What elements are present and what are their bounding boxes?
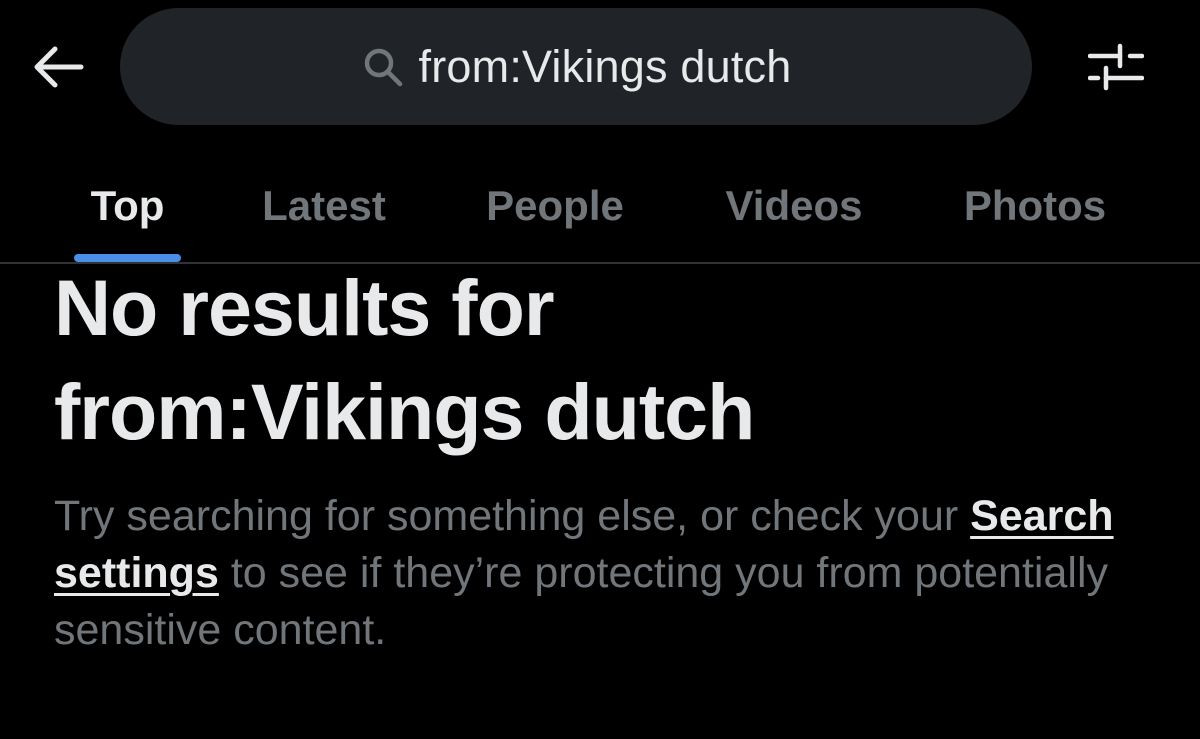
empty-state: No results for from:Vikings dutch Try se… bbox=[54, 256, 1154, 659]
empty-title-line-2: from:Vikings dutch bbox=[54, 367, 755, 456]
tab-people[interactable]: People bbox=[466, 150, 644, 262]
tab-videos[interactable]: Videos bbox=[704, 150, 884, 262]
empty-state-message: Try searching for something else, or che… bbox=[54, 488, 1114, 659]
back-button[interactable] bbox=[22, 34, 96, 104]
top-bar: from:Vikings dutch bbox=[0, 0, 1200, 140]
search-tabs: Top Latest People Videos Photos bbox=[0, 150, 1200, 262]
empty-state-title: No results for from:Vikings dutch bbox=[54, 256, 1154, 464]
search-filter-button[interactable] bbox=[1078, 34, 1154, 104]
search-input[interactable]: from:Vikings dutch bbox=[120, 8, 1032, 125]
tab-photos[interactable]: Photos bbox=[942, 150, 1128, 262]
search-icon bbox=[361, 45, 405, 89]
tab-top[interactable]: Top bbox=[74, 150, 181, 262]
search-query-text: from:Vikings dutch bbox=[418, 40, 792, 92]
arrow-left-icon bbox=[33, 45, 85, 94]
message-text-before: Try searching for something else, or che… bbox=[54, 492, 971, 540]
sliders-icon bbox=[1087, 41, 1145, 98]
empty-title-line-1: No results for bbox=[54, 263, 555, 352]
tab-latest[interactable]: Latest bbox=[238, 150, 410, 262]
